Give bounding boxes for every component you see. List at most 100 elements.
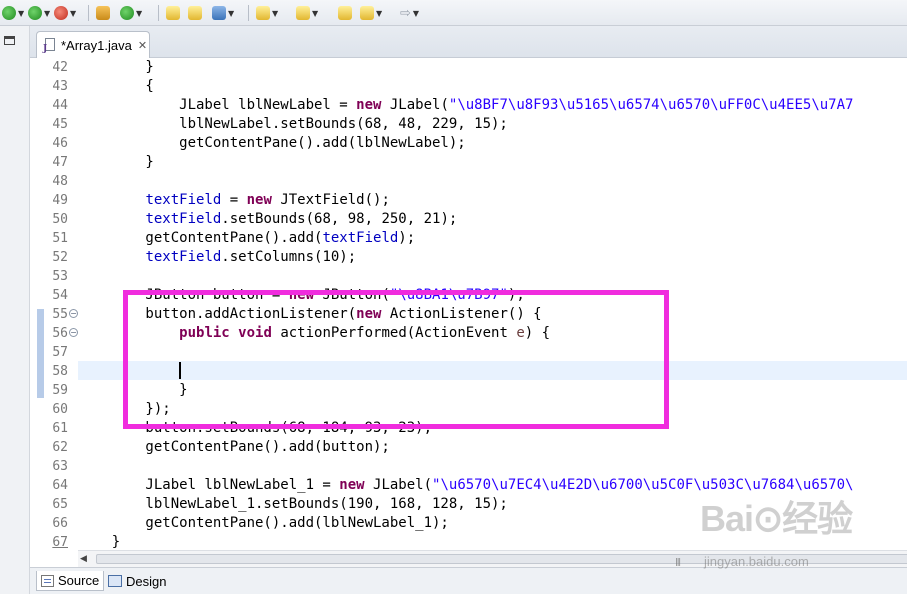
line-number: 45 [52,117,68,132]
tab-design[interactable]: Design [104,571,170,591]
code-line[interactable]: getContentPane().add(textField); [78,229,415,248]
run-button[interactable]: ▼ [28,4,50,22]
external-tools-button[interactable]: ▼ [54,4,76,22]
chevron-down-icon[interactable]: ▼ [312,9,318,18]
code-line[interactable]: lblNewLabel.setBounds(68, 48, 229, 15); [78,115,508,134]
next-annotation-button[interactable]: ▼ [256,4,278,22]
code-token: JTextField(); [271,192,390,208]
code-line[interactable]: textField = new JTextField(); [78,191,390,210]
toolbar-separator [88,5,89,21]
chevron-down-icon[interactable]: ▼ [18,9,24,18]
previous-annotation-icon [296,6,310,20]
line-number: 42 [52,60,68,75]
restore-icon[interactable] [4,36,15,45]
line-number: 44 [52,98,68,113]
tab-design-label: Design [126,573,167,589]
scroll-left-icon[interactable]: ◀ [80,554,87,564]
code-line[interactable]: } [78,58,154,77]
code-line[interactable]: JLabel lblNewLabel_1 = new JLabel("\u657… [78,476,853,495]
code-line[interactable]: } [78,153,153,172]
toolbar-separator [248,5,249,21]
back-arrow-icon [360,6,374,20]
code-token: lblNewLabel_1.setBounds(190, 168, 128, 1… [78,496,508,512]
line-number: 48 [52,174,68,189]
previous-annotation-button[interactable]: ▼ [296,4,318,22]
code-token: .setColumns(10); [221,249,357,265]
change-indicator [37,309,44,398]
chevron-down-icon[interactable]: ▼ [413,9,419,18]
chevron-down-icon[interactable]: ▼ [376,9,382,18]
last-edit-icon [338,6,352,20]
line-number: 57 [52,345,68,360]
fold-toggle-icon[interactable]: − [69,328,78,337]
tab-source[interactable]: Source [36,571,105,591]
editor-tab-bar: J *Array1.java ✕ [30,26,907,58]
line-number: 56 [52,326,68,341]
external-tools-icon [54,6,68,20]
code-editor[interactable]: 42 43 44 45 46 47 48 49 50 51 52 53 54 55 56 57 58 59 60 61… [34,58,907,550]
line-number: 50 [52,212,68,227]
code-line[interactable]: getContentPane().add(lblNewLabel_1); [78,514,449,533]
forward-arrow-icon: ⇨ [400,5,411,21]
code-token: JLabel lblNewLabel_1 = [78,477,340,493]
java-file-icon: J [43,37,57,54]
chevron-down-icon[interactable]: ▼ [44,9,50,18]
line-number: 63 [52,459,68,474]
code-token: } [78,59,154,75]
line-number: 67 [52,535,68,550]
chevron-down-icon[interactable]: ▼ [136,9,142,18]
code-line[interactable]: textField.setBounds(68, 98, 250, 21); [78,210,457,229]
code-token: getContentPane().add(lblNewLabel); [78,135,466,151]
chevron-down-icon[interactable]: ▼ [70,9,76,18]
debug-button[interactable]: ▼ [2,4,24,22]
last-edit-location-button[interactable] [338,4,352,22]
left-trim-stack [0,26,30,594]
code-token: = [221,192,247,208]
scrollbar-thumb[interactable]: ||| [96,554,907,566]
code-line[interactable]: { [78,77,154,96]
line-number: 46 [52,136,68,151]
code-token: .setBounds(68, 98, 250, 21); [221,211,458,227]
code-token: JLabel lblNewLabel = [78,97,357,113]
forward-button[interactable]: ⇨ ▼ [400,4,419,22]
code-token: lblNewLabel.setBounds(68, 48, 229, 15); [78,116,508,132]
back-button[interactable]: ▼ [360,4,382,22]
main-toolbar: ▼ ▼ ▼ ▼ ▼ ▼ ▼ ▼ ⇨ ▼ [0,0,907,26]
search-icon [212,6,226,20]
horizontal-scrollbar[interactable]: ◀ ||| [78,550,907,567]
chevron-down-icon[interactable]: ▼ [228,9,234,18]
line-number-ruler: 42 43 44 45 46 47 48 49 50 51 52 53 54 55 56 57 58 59 60 61… [46,58,68,550]
folder-icon [188,6,202,20]
annotation-ruler [34,58,46,550]
tab-array1-java[interactable]: J *Array1.java ✕ [36,31,150,58]
new-package-button[interactable] [96,4,110,22]
fold-toggle-icon[interactable]: − [69,309,78,318]
next-annotation-icon [256,6,270,20]
code-line[interactable]: getContentPane().add(lblNewLabel); [78,134,466,153]
new-class-button[interactable]: ▼ [120,4,142,22]
line-number: 60 [52,402,68,417]
open-task-button[interactable] [188,4,202,22]
code-line[interactable]: getContentPane().add(button); [78,438,389,457]
line-number: 49 [52,193,68,208]
line-number: 61 [52,421,68,436]
open-type-button[interactable] [166,4,180,22]
code-token: { [78,78,154,94]
code-token: getContentPane().add(lblNewLabel_1); [78,515,449,531]
code-token: "\u6570\u7EC4\u4E2D\u6700\u5C0F\u503C\u7… [432,477,854,493]
code-line[interactable]: JLabel lblNewLabel = new JLabel("\u8BF7\… [78,96,853,115]
close-icon[interactable]: ✕ [138,39,147,52]
run-icon [28,6,42,20]
code-line[interactable]: lblNewLabel_1.setBounds(190, 168, 128, 1… [78,495,508,514]
new-class-icon [120,6,134,20]
code-token: ); [398,230,416,246]
chevron-down-icon[interactable]: ▼ [272,9,278,18]
code-line[interactable]: textField.setColumns(10); [78,248,356,267]
code-line[interactable]: } [78,533,120,550]
debug-icon [2,6,16,20]
line-number: 65 [52,497,68,512]
search-button[interactable]: ▼ [212,4,234,22]
code-token: JLabel( [364,477,433,493]
code-token: new [356,97,382,113]
